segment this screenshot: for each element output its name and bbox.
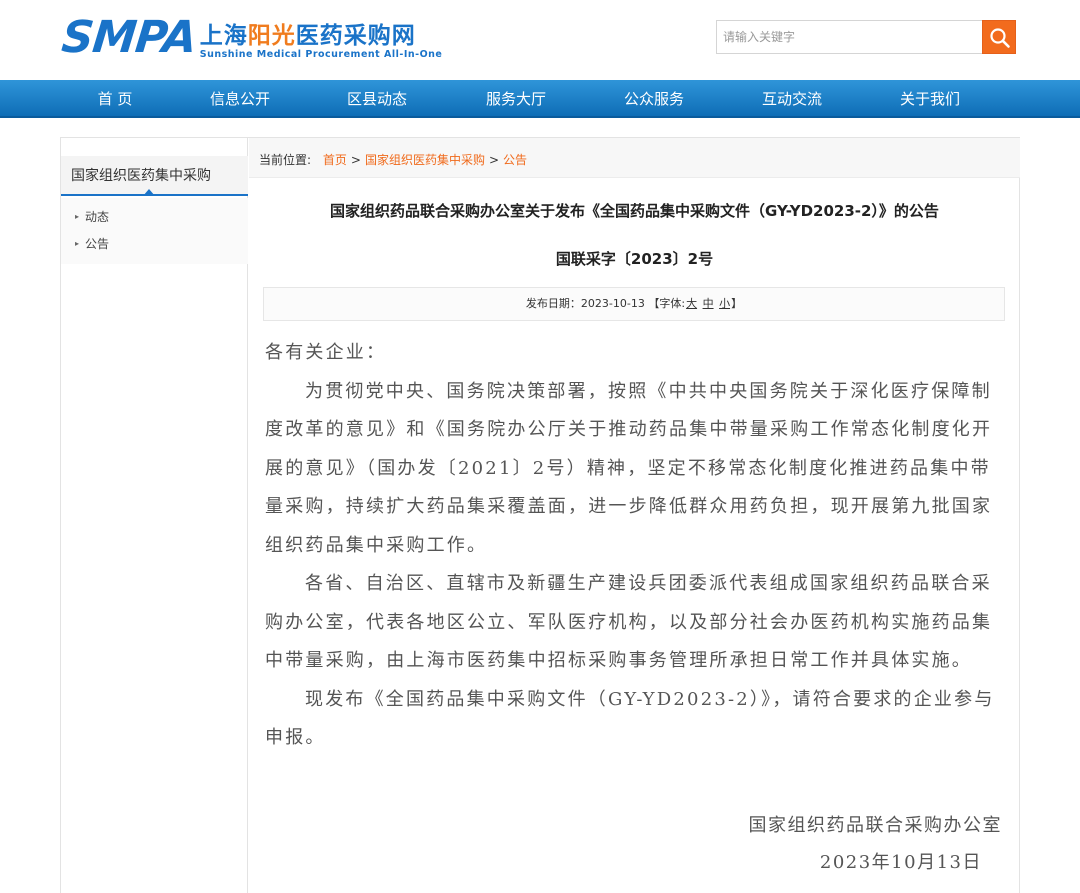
sidebar-item-news[interactable]: ▸ 动态 [75, 208, 109, 225]
sidebar-item-label: 公告 [85, 237, 110, 251]
article-paragraph: 为贯彻党中央、国务院决策部署，按照《中共中央国务院关于深化医疗保障制度改革的意见… [265, 380, 993, 556]
nav-item-about-us[interactable]: 关于我们 [875, 80, 985, 118]
article-title: 国家组织药品联合采购办公室关于发布《全国药品集中采购文件（GY-YD2023-2… [330, 202, 939, 220]
breadcrumb-category-link[interactable]: 国家组织医药集中采购 [365, 153, 485, 167]
search-icon [990, 28, 1010, 48]
article-body: 各有关企业： 为贯彻党中央、国务院决策部署，按照《中共中央国务院关于深化医疗保障… [265, 334, 1005, 758]
breadcrumb: 当前位置: 首页 > 国家组织医药集中采购 > 公告 [259, 151, 527, 168]
article-salutation: 各有关企业： [265, 342, 387, 363]
sidebar-active-arrow-icon [143, 189, 155, 196]
signature-org: 国家组织药品联合采购办公室 [748, 815, 1002, 836]
sidebar-item-notice[interactable]: ▸ 公告 [75, 235, 109, 252]
font-size-large-button[interactable]: 大 [686, 297, 697, 310]
main-nav: 首 页 信息公开 区县动态 服务大厅 公众服务 互动交流 关于我们 [0, 80, 1080, 118]
breadcrumb-separator: > [488, 153, 500, 167]
logo-cn-part3: 医药采购网 [295, 22, 416, 49]
site-logo[interactable]: SMPA 上海阳光医药采购网 Sunshine Medical Procurem… [59, 10, 443, 63]
nav-item-interaction[interactable]: 互动交流 [737, 80, 847, 118]
sidebar-item-label: 动态 [85, 210, 110, 224]
nav-item-service-hall[interactable]: 服务大厅 [461, 80, 571, 118]
logo-cn-name: 上海阳光医药采购网 [200, 23, 443, 49]
site-header: SMPA 上海阳光医药采购网 Sunshine Medical Procurem… [0, 0, 1080, 80]
breadcrumb-current-link[interactable]: 公告 [503, 153, 527, 167]
nav-item-home[interactable]: 首 页 [60, 80, 170, 118]
breadcrumb-bar: 当前位置: 首页 > 国家组织医药集中采购 > 公告 [249, 138, 1020, 178]
article-paragraph: 现发布《全国药品集中采购文件（GY-YD2023-2）》，请符合要求的企业参与申… [265, 688, 995, 749]
logo-cn-part1: 上海 [199, 22, 248, 49]
article-paragraph: 各省、自治区、直辖市及新疆生产建设兵团委派代表组成国家组织药品联合采购办公室，代… [265, 573, 993, 671]
article-doc-number: 国联采字〔2023〕2号 [555, 250, 714, 268]
logo-text: 上海阳光医药采购网 Sunshine Medical Procurement A… [199, 23, 443, 61]
breadcrumb-separator: > [350, 153, 361, 167]
nav-item-public-service[interactable]: 公众服务 [599, 80, 709, 118]
font-size-small-button[interactable]: 小 [719, 297, 730, 310]
logo-abbr: SMPA [59, 12, 199, 63]
breadcrumb-prefix: 当前位置: [259, 153, 312, 167]
sidebar-list: ▸ 动态 ▸ 公告 [61, 198, 248, 264]
font-size-medium-button[interactable]: 中 [703, 297, 714, 310]
sidebar-title: 国家组织医药集中采购 [71, 168, 211, 184]
bullet-icon: ▸ [75, 239, 80, 248]
sidebar: 国家组织医药集中采购 ▸ 动态 ▸ 公告 [61, 138, 248, 893]
nav-item-district-news[interactable]: 区县动态 [322, 80, 432, 118]
content-area: 国家组织医药集中采购 ▸ 动态 ▸ 公告 当前位置: 首页 > 国家组织医药集中采购 > 公… [60, 137, 1020, 893]
search-button[interactable] [982, 20, 1016, 54]
nav-item-info-disclosure[interactable]: 信息公开 [185, 80, 295, 118]
logo-cn-part2: 阳光 [247, 22, 296, 49]
article-panel: 当前位置: 首页 > 国家组织医药集中采购 > 公告 国家组织药品联合采购办公室关于发布… [249, 138, 1020, 893]
bullet-icon: ▸ [75, 212, 80, 221]
meta-suffix: 】 [731, 297, 743, 310]
article-meta-bar: 发布日期：2023-10-13 【字体:大 中 小】 [263, 287, 1005, 321]
search-input[interactable] [716, 20, 982, 54]
search-box [716, 20, 1016, 54]
logo-en-name: Sunshine Medical Procurement All-In-One [199, 49, 443, 60]
publish-date: 发布日期：2023-10-13 【字体: [525, 297, 686, 310]
signature-date: 2023年10月13日 [819, 852, 982, 873]
breadcrumb-home-link[interactable]: 首页 [323, 153, 347, 167]
